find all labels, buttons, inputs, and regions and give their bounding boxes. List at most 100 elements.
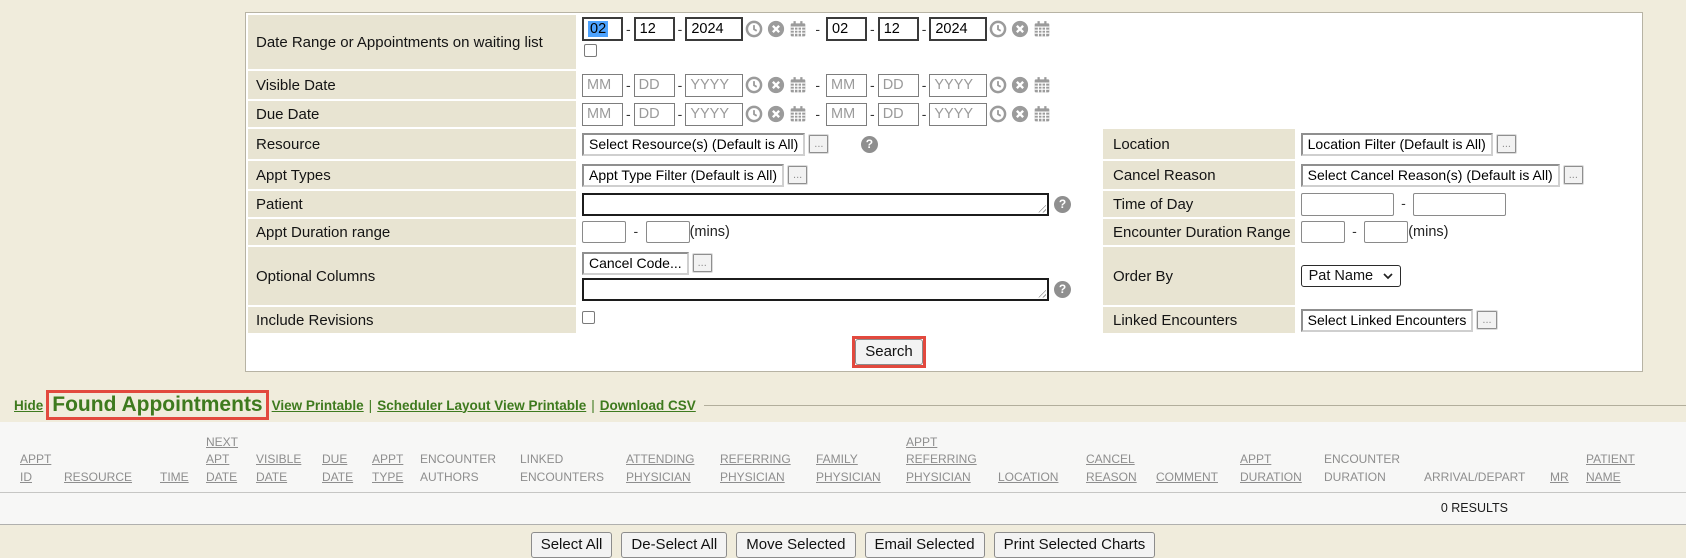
optional-columns-more-button[interactable]: ... [693, 254, 712, 272]
due-from-year-input[interactable]: YYYY [685, 103, 743, 126]
order-by-select[interactable]: Pat Name [1301, 265, 1401, 287]
date-from-month-input[interactable]: 02 [582, 17, 623, 41]
clear-icon[interactable] [1011, 105, 1029, 123]
action-button[interactable]: Print Selected Charts [994, 532, 1156, 558]
clear-icon[interactable] [767, 20, 785, 38]
column-header[interactable]: DUE DATE [322, 451, 372, 486]
time-of-day-to-input[interactable] [1413, 193, 1506, 216]
help-icon[interactable]: ? [1054, 196, 1071, 213]
date-to-year-input[interactable]: 2024 [929, 17, 987, 41]
clock-icon[interactable] [989, 105, 1007, 123]
encounter-duration-to-input[interactable] [1364, 221, 1408, 243]
column-header[interactable]: APPT DURATION [1240, 451, 1324, 486]
appt-duration-units: (mins) [690, 224, 730, 240]
appt-duration-to-input[interactable] [646, 221, 690, 243]
help-icon[interactable]: ? [861, 136, 878, 153]
column-header[interactable]: APPT REFERRING PHYSICIAN [906, 434, 998, 486]
date-to-month-input[interactable]: 02 [826, 17, 867, 41]
location-more-button[interactable]: ... [1497, 135, 1516, 153]
date-from-year-input[interactable]: 2024 [685, 17, 743, 41]
calendar-icon[interactable] [1033, 105, 1051, 123]
visible-to-month-input[interactable]: MM [826, 74, 867, 97]
column-header[interactable]: CANCEL REASON [1086, 451, 1156, 486]
encounter-duration-from-input[interactable] [1301, 221, 1345, 243]
cancel-reason-select[interactable]: Select Cancel Reason(s) (Default is All) [1301, 164, 1560, 187]
patient-input[interactable] [582, 193, 1049, 216]
visible-from-day-input[interactable]: DD [634, 74, 675, 97]
view-printable-link[interactable]: View Printable [272, 398, 364, 413]
linked-encounters-select[interactable]: Select Linked Encounters [1301, 309, 1474, 332]
date-part-separator: - [626, 106, 631, 122]
column-header[interactable]: APPT TYPE [372, 451, 420, 486]
hide-link[interactable]: Hide [14, 398, 43, 413]
calendar-icon[interactable] [789, 105, 807, 123]
optional-columns-input[interactable] [582, 278, 1049, 301]
column-header[interactable]: REFERRING PHYSICIAN [720, 451, 816, 486]
calendar-icon[interactable] [789, 20, 807, 38]
action-button[interactable]: Move Selected [736, 532, 855, 558]
appt-type-filter-select[interactable]: Appt Type Filter (Default is All) [582, 164, 784, 187]
column-header[interactable]: RESOURCE [64, 469, 160, 486]
include-revisions-checkbox[interactable] [582, 311, 595, 324]
order-by-label: Order By [1113, 268, 1173, 285]
download-csv-link[interactable]: Download CSV [600, 398, 696, 413]
clear-icon[interactable] [767, 105, 785, 123]
due-to-day-input[interactable]: DD [878, 103, 919, 126]
annotation-box: Found Appointments [46, 390, 268, 420]
column-header[interactable]: COMMENT [1156, 469, 1240, 486]
due-to-month-input[interactable]: MM [826, 103, 867, 126]
due-from-day-input[interactable]: DD [634, 103, 675, 126]
column-header[interactable]: LOCATION [998, 469, 1086, 486]
column-header: ENCOUNTER DURATION [1324, 451, 1424, 486]
found-appointments-section: Hide Found Appointments View Printable |… [0, 388, 1686, 558]
resource-label: Resource [256, 136, 320, 153]
visible-from-year-input[interactable]: YYYY [685, 74, 743, 97]
time-of-day-from-input[interactable] [1301, 193, 1394, 216]
clock-icon[interactable] [745, 20, 763, 38]
calendar-icon[interactable] [789, 76, 807, 94]
column-header[interactable]: FAMILY PHYSICIAN [816, 451, 906, 486]
visible-to-day-input[interactable]: DD [878, 74, 919, 97]
clock-icon[interactable] [745, 76, 763, 94]
cancel-reason-more-button[interactable]: ... [1564, 166, 1583, 184]
date-to-day-input[interactable]: 12 [878, 17, 919, 41]
column-header[interactable]: TIME [160, 469, 206, 486]
search-button[interactable]: Search [855, 339, 923, 365]
waiting-list-checkbox[interactable] [584, 44, 597, 57]
date-part-separator: - [870, 21, 875, 37]
optional-columns-select[interactable]: Cancel Code... [582, 252, 689, 275]
clear-icon[interactable] [1011, 20, 1029, 38]
help-icon[interactable]: ? [1054, 281, 1071, 298]
date-range-separator: - [815, 21, 820, 37]
clock-icon[interactable] [989, 20, 1007, 38]
scheduler-layout-view-printable-link[interactable]: Scheduler Layout View Printable [377, 398, 586, 413]
clear-icon[interactable] [767, 76, 785, 94]
column-header[interactable]: APPT ID [20, 451, 64, 486]
due-from-month-input[interactable]: MM [582, 103, 623, 126]
visible-from-month-input[interactable]: MM [582, 74, 623, 97]
clear-icon[interactable] [1011, 76, 1029, 94]
column-header[interactable]: NEXT APT DATE [206, 434, 256, 486]
column-header[interactable]: MR [1550, 469, 1586, 486]
calendar-icon[interactable] [1033, 20, 1051, 38]
resource-more-button[interactable]: ... [809, 135, 828, 153]
location-filter-select[interactable]: Location Filter (Default is All) [1301, 133, 1493, 156]
linked-encounters-more-button[interactable]: ... [1477, 311, 1496, 329]
action-button[interactable]: De-Select All [621, 532, 727, 558]
appt-duration-label: Appt Duration range [256, 224, 390, 241]
visible-to-year-input[interactable]: YYYY [929, 74, 987, 97]
clock-icon[interactable] [989, 76, 1007, 94]
calendar-icon[interactable] [1033, 76, 1051, 94]
action-button[interactable]: Select All [531, 532, 613, 558]
appt-type-more-button[interactable]: ... [788, 166, 807, 184]
appt-duration-from-input[interactable] [582, 221, 626, 243]
column-header[interactable]: ATTENDING PHYSICIAN [626, 451, 720, 486]
time-of-day-label: Time of Day [1113, 196, 1193, 213]
action-button[interactable]: Email Selected [865, 532, 985, 558]
column-header[interactable]: PATIENT NAME [1586, 451, 1646, 486]
clock-icon[interactable] [745, 105, 763, 123]
due-to-year-input[interactable]: YYYY [929, 103, 987, 126]
date-from-day-input[interactable]: 12 [634, 17, 675, 41]
column-header[interactable]: VISIBLE DATE [256, 451, 322, 486]
resource-filter-select[interactable]: Select Resource(s) (Default is All) [582, 133, 805, 156]
